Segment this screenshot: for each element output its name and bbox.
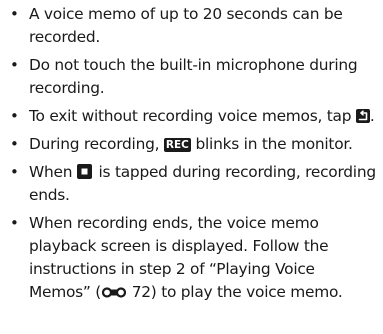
list-item: • During recording, REC blinks in the mo… bbox=[4, 133, 377, 156]
bullet: • bbox=[10, 56, 19, 74]
back-icon bbox=[355, 109, 370, 123]
bullet: • bbox=[10, 163, 19, 181]
reference-page[interactable]: 72 bbox=[132, 283, 151, 301]
list-item: • When is tapped during recording, recor… bbox=[4, 161, 377, 207]
note-text-end: ) to play the voice memo. bbox=[150, 283, 343, 301]
notes-list: • A voice memo of up to 20 seconds can b… bbox=[4, 3, 377, 305]
note-text: A voice memo of up to 20 seconds can be … bbox=[29, 5, 343, 46]
bullet: • bbox=[10, 5, 19, 23]
bullet: • bbox=[10, 135, 19, 153]
note-text-end: . bbox=[369, 107, 375, 125]
list-item: • Do not touch the built-in microphone d… bbox=[4, 54, 377, 100]
rec-icon: REC bbox=[163, 138, 191, 152]
list-item: • A voice memo of up to 20 seconds can b… bbox=[4, 3, 377, 49]
bullet: • bbox=[10, 107, 19, 125]
note-text: To exit without recording voice memos, t… bbox=[29, 107, 352, 125]
note-text-end: blinks in the monitor. bbox=[195, 135, 353, 153]
bullet: • bbox=[10, 214, 19, 232]
note-text: When bbox=[29, 163, 73, 181]
stop-icon bbox=[76, 164, 92, 179]
cross-reference-icon bbox=[101, 282, 127, 305]
note-text: Do not touch the built-in microphone dur… bbox=[29, 56, 358, 97]
list-item: • When recording ends, the voice memo pl… bbox=[4, 212, 377, 305]
note-text: During recording, bbox=[29, 135, 160, 153]
instruction-page: • A voice memo of up to 20 seconds can b… bbox=[0, 0, 383, 334]
list-item: • To exit without recording voice memos,… bbox=[4, 105, 377, 128]
